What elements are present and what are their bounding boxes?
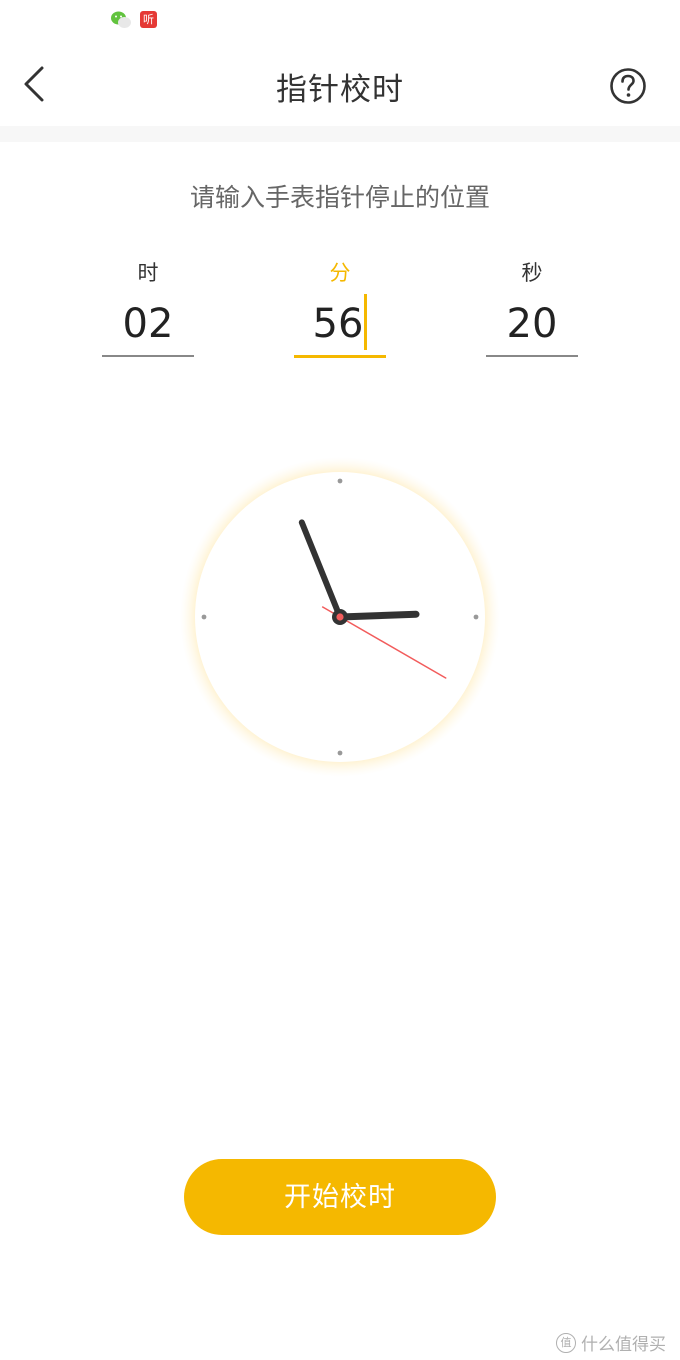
page-title: 指针校时 [276,72,404,108]
hour-value: 02 [122,301,174,347]
watermark: 值 什么值得买 [556,1330,666,1355]
second-label: 秒 [521,261,543,285]
hour-input[interactable]: 02 [102,298,194,350]
analog-clock [180,457,500,777]
clock-center-dot [336,613,344,621]
ting-app-label: 听 [143,13,154,26]
question-circle-icon [610,68,646,104]
instruction-text: 请输入手表指针停止的位置 [189,183,490,212]
header-divider [0,126,680,142]
second-underline [486,355,578,357]
text-caret [364,294,368,350]
tick-6 [337,750,343,756]
minute-input[interactable]: 56 [294,294,386,350]
second-input[interactable]: 20 [486,298,578,350]
start-calibration-button[interactable]: 开始校时 [184,1159,496,1235]
hour-underline [102,355,194,357]
smzdm-logo-icon: 值 [556,1332,576,1353]
second-value: 20 [506,301,558,347]
hour-hand[interactable] [336,610,420,621]
minute-value: 56 [312,301,364,347]
minute-field[interactable]: 分 56 [294,258,386,358]
hour-field[interactable]: 时 02 [102,258,194,357]
watermark-text: 什么值得买 [581,1335,666,1355]
minute-underline [294,355,386,358]
wechat-icon [111,11,131,28]
ting-app-icon: 听 [140,11,157,28]
watermark-icon-glyph: 值 [560,1335,572,1349]
second-field[interactable]: 秒 20 [486,258,578,357]
tick-12 [337,478,343,484]
tick-3 [473,614,479,620]
help-button[interactable] [608,66,648,106]
status-bar: 听 [0,0,680,40]
minute-label: 分 [329,261,351,285]
hour-label: 时 [137,261,159,285]
nav-bar: 指针校时 [0,40,680,126]
tick-9 [201,614,207,620]
